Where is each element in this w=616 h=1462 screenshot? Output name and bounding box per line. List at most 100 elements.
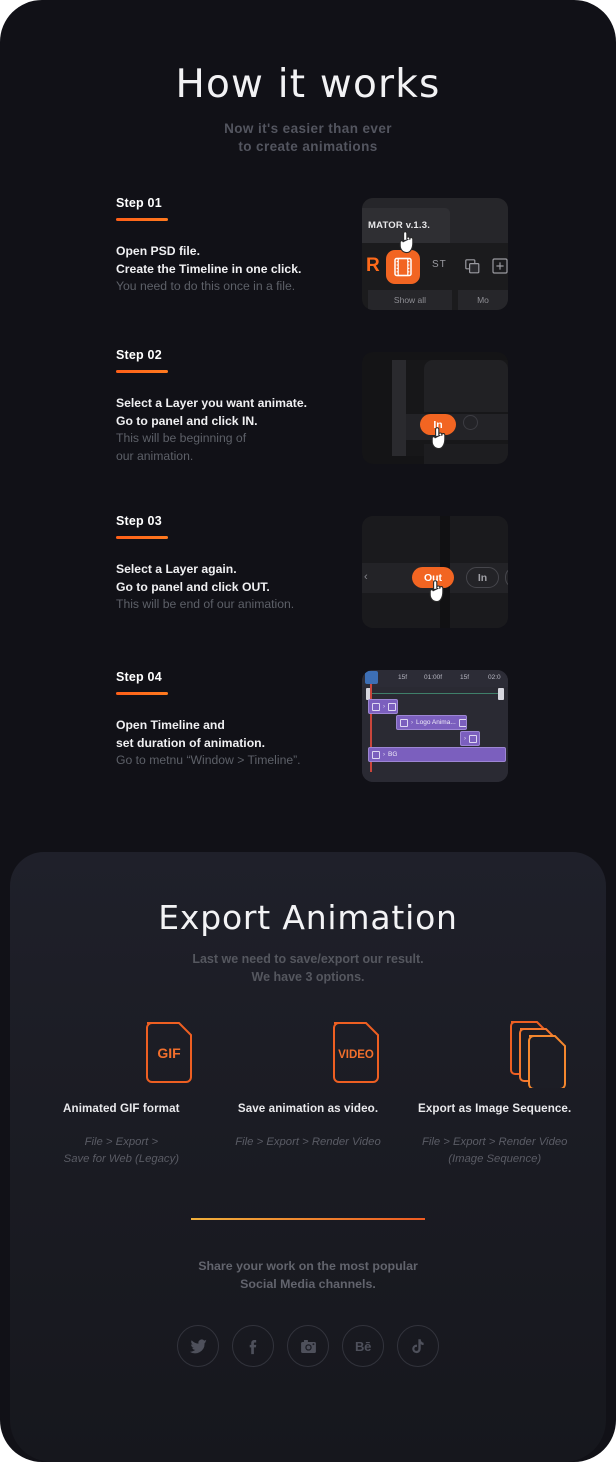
panel-card [424, 360, 508, 412]
export-subtitle-line-2: We have 3 options. [251, 970, 365, 984]
step-03-screenshot: ‹ Out In [362, 516, 508, 628]
export-path-line-1: File > Export > Render Video [421, 1136, 568, 1148]
step-badge: Step 04 [116, 670, 162, 684]
share-line-1: Share your work on the most popular [198, 1259, 418, 1273]
layer-start-marker [372, 702, 380, 711]
export-path-line-2: (Image Sequence) [448, 1153, 542, 1165]
behance-label: Bē [354, 1338, 372, 1354]
keyframe-dot-icon[interactable] [463, 415, 478, 430]
timeline-ruler[interactable]: 15f 01:00f 15f 02:0 [362, 670, 508, 687]
work-area-handle-right[interactable] [498, 688, 504, 700]
timeline-layer-bar[interactable]: › BG [368, 747, 506, 762]
step-text-03: Step 03 Select a Layer again. Go to pane… [116, 512, 368, 614]
steps-list: Step 01 Open PSD file. Create the Timeli… [0, 194, 616, 788]
layer-label: BG [388, 751, 398, 758]
hero-subtitle-line-2: to create animations [238, 139, 378, 154]
toolbar-st-label[interactable]: ST [432, 259, 447, 270]
more-button[interactable]: Mo [458, 290, 508, 310]
step-badge: Step 01 [116, 196, 162, 210]
hand-pointer-cursor [430, 426, 449, 451]
step-bold-line-2: set duration of animation. [116, 735, 265, 750]
export-subtitle: Last we need to save/export our result. … [10, 950, 606, 986]
step-text-04: Step 04 Open Timeline and set duration o… [116, 668, 368, 770]
step-muted-line-1: This will be end of our animation. [116, 597, 295, 611]
ruler-tick: 15f [460, 674, 470, 681]
share-text: Share your work on the most popular Soci… [10, 1257, 606, 1293]
step-01-screenshot: MATOR v.1.3. R ST Show all Mo [362, 198, 508, 310]
share-line-2: Social Media channels. [240, 1277, 376, 1291]
timeline-layer-bar[interactable]: › Logo Anima... [396, 715, 467, 730]
app-logo: R [366, 255, 380, 276]
hero-subtitle-line-1: Now it's easier than ever [224, 121, 392, 136]
video-file-icon: VIDEO [260, 1020, 379, 1088]
timeline-layer-bar[interactable]: › [368, 699, 398, 714]
page-title: How it works [175, 62, 441, 107]
layer-chevron-icon: › [464, 735, 466, 742]
behance-icon[interactable]: Bē [342, 1325, 384, 1367]
step-bold-line-2: Go to panel and click IN. [116, 413, 258, 428]
step-bold-line-1: Open PSD file. [116, 244, 200, 258]
video-icon-text: VIDEO [338, 1049, 374, 1061]
playhead-handle[interactable] [365, 671, 378, 684]
step-description: Open Timeline and set duration of animat… [116, 717, 368, 770]
export-option-video[interactable]: VIDEO Save animation as video. File > Ex… [215, 1020, 402, 1168]
step-muted-line-1: Go to metnu “Window > Timeline”. [116, 753, 301, 767]
step-underline [116, 370, 168, 373]
step-underline [116, 692, 168, 695]
hero-subtitle: Now it's easier than ever to create anim… [0, 120, 616, 156]
export-path-line-1: File > Export > Render Video [235, 1136, 381, 1148]
app-bottom-buttons: Show all Mo [362, 290, 508, 310]
step-item-03: Step 03 Select a Layer again. Go to pane… [0, 512, 616, 668]
export-options: GIF Animated GIF format File > Export > … [10, 1020, 606, 1168]
step-bold-line-1: Select a Layer you want animate. [116, 396, 308, 410]
export-option-gif[interactable]: GIF Animated GIF format File > Export > … [28, 1020, 215, 1168]
landing-page: How it works Now it's easier than ever t… [0, 0, 616, 1462]
timeline-layer-bar[interactable]: › [460, 731, 480, 746]
export-option-path: File > Export > Save for Web (Legacy) [64, 1134, 179, 1168]
layer-chevron-icon: › [383, 703, 385, 710]
show-all-button[interactable]: Show all [368, 290, 452, 310]
step-underline [116, 536, 168, 539]
facebook-icon[interactable] [232, 1325, 274, 1367]
export-option-label: Save animation as video. [237, 1102, 379, 1115]
step-description: Select a Layer again. Go to panel and cl… [116, 561, 368, 614]
in-button[interactable]: In [466, 567, 499, 588]
twitter-icon[interactable] [177, 1325, 219, 1367]
export-option-image-sequence[interactable]: Export as Image Sequence. File > Export … [401, 1020, 588, 1168]
image-sequence-icon [447, 1020, 566, 1088]
layer-start-marker [400, 718, 408, 727]
export-option-label: Export as Image Sequence. [418, 1102, 572, 1115]
instagram-icon[interactable] [287, 1325, 329, 1367]
chevron-left-icon[interactable]: ‹ [364, 571, 368, 583]
step-04-screenshot: 15f 01:00f 15f 02:0 › › Logo Anima... › … [362, 670, 508, 782]
gif-icon-text: GIF [158, 1045, 182, 1061]
ruler-tick: 15f [398, 674, 408, 681]
export-option-path: File > Export > Render Video (Image Sequ… [422, 1134, 567, 1168]
add-frame-icon[interactable] [492, 258, 508, 279]
section-divider [191, 1218, 425, 1220]
work-area-bar [370, 693, 500, 694]
tiktok-icon[interactable] [397, 1325, 439, 1367]
layer-end-marker [458, 718, 466, 727]
step-badge: Step 02 [116, 348, 162, 362]
layer-end-marker [469, 734, 477, 743]
duplicate-layer-icon[interactable] [465, 259, 480, 279]
ruler-tick: 02:0 [488, 674, 501, 681]
step-bold-line-1: Select a Layer again. [116, 562, 237, 576]
export-option-path: File > Export > Render Video [235, 1134, 380, 1151]
timeline-panel: 15f 01:00f 15f 02:0 › › Logo Anima... › … [362, 670, 508, 782]
step-muted-line-1: You need to do this once in a file. [116, 279, 296, 293]
social-links: Bē [10, 1325, 606, 1367]
step-description: Open PSD file. Create the Timeline in on… [116, 243, 368, 296]
step-muted-line-1: This will be beginning of [116, 431, 247, 445]
hand-pointer-cursor [428, 579, 447, 604]
step-bold-line-1: Open Timeline and [116, 718, 225, 732]
layer-chevron-icon: › [411, 719, 413, 726]
export-option-label: Animated GIF format [63, 1102, 180, 1115]
step-bold-line-2: Create the Timeline in one click. [116, 261, 302, 276]
export-path-line-2: Save for Web (Legacy) [63, 1153, 179, 1165]
step-item-01: Step 01 Open PSD file. Create the Timeli… [0, 194, 616, 346]
layer-end-marker [388, 702, 396, 711]
ruler-tick: 01:00f [424, 674, 443, 681]
layer-start-marker [372, 750, 380, 759]
